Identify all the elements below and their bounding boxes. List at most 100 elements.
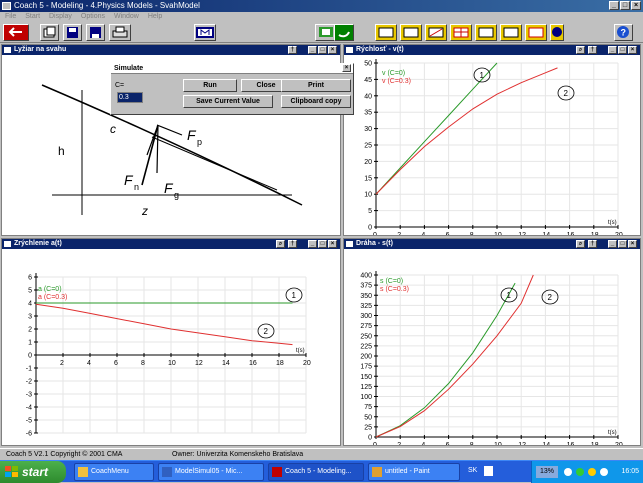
pin-icon[interactable]: †	[588, 46, 597, 54]
label-fg-sub: g	[174, 190, 179, 200]
y-tick-label: 375	[360, 283, 372, 290]
minimize-icon[interactable]: _	[308, 46, 317, 54]
zoom-icon[interactable]: ⌕	[276, 240, 285, 248]
task-coach-modeling[interactable]: Coach 5 - Modeling...	[268, 463, 364, 481]
y-tick-label: 4	[28, 301, 32, 308]
maximize-icon[interactable]: □	[618, 240, 627, 248]
task-coachmenu[interactable]: CoachMenu	[74, 463, 154, 481]
graph-tool-icon	[428, 27, 444, 38]
close-icon[interactable]: ×	[628, 46, 637, 54]
help-button[interactable]: ?	[614, 24, 633, 41]
y-tick-label: 40	[364, 93, 372, 100]
distance-panel: Dráha - s(t) ⌕ † _ □ × 02468101214161820…	[343, 238, 641, 449]
run-button[interactable]: Run	[183, 79, 237, 92]
tool-button-1[interactable]	[375, 24, 397, 41]
maximize-icon[interactable]: □	[318, 240, 327, 248]
clipboard-copy-button[interactable]: Clipboard copy	[281, 95, 351, 108]
tool-button-6[interactable]	[500, 24, 522, 41]
tool-button-5[interactable]	[475, 24, 497, 41]
pin-icon[interactable]: †	[288, 46, 297, 54]
save-as-button[interactable]	[86, 24, 105, 41]
windows-logo-icon	[5, 466, 18, 477]
coach-app-icon	[272, 467, 282, 477]
exit-button[interactable]	[3, 24, 29, 41]
close-icon[interactable]: ×	[631, 1, 641, 10]
y-tick-label: 5	[28, 288, 32, 295]
simulate-dialog-title: Simulate	[114, 65, 144, 72]
minimize-icon[interactable]: _	[308, 240, 317, 248]
x-tick-label: 4	[421, 232, 425, 235]
tool-button-3[interactable]	[425, 24, 447, 41]
x-tick-label: 16	[249, 360, 257, 367]
save-current-value-button[interactable]: Save Current Value	[183, 95, 273, 108]
model-button[interactable]	[194, 24, 216, 41]
menu-file[interactable]: File	[5, 13, 16, 20]
minimize-icon[interactable]: _	[609, 1, 619, 10]
start-simulation-button[interactable]	[334, 24, 354, 41]
menu-options[interactable]: Options	[81, 13, 105, 20]
tray-icon[interactable]	[600, 468, 608, 476]
print-button[interactable]: Print	[281, 79, 351, 92]
tool-button-8[interactable]	[550, 24, 564, 41]
annotation-label: 2	[564, 89, 569, 98]
y-tick-label: 35	[364, 110, 372, 117]
close-icon[interactable]: ×	[628, 240, 637, 248]
y-tick-label: 400	[360, 273, 372, 280]
legend-entry: a (C=0.3)	[38, 294, 67, 301]
zoom-icon[interactable]: ⌕	[576, 240, 585, 248]
maximize-icon[interactable]: □	[618, 46, 627, 54]
acceleration-panel-title-bar: Zrýchlenie a(t) ⌕ † _ □ ×	[2, 239, 340, 249]
graph-tool-icon	[403, 27, 419, 38]
magnifier-zoom[interactable]: 13%	[536, 466, 558, 478]
volume-icon[interactable]	[588, 468, 596, 476]
maximize-icon[interactable]: □	[620, 1, 630, 10]
zoom-icon[interactable]: ⌕	[576, 46, 585, 54]
acceleration-panel-title: Zrýchlenie a(t)	[14, 240, 62, 247]
minimize-icon[interactable]: _	[608, 240, 617, 248]
task-paint[interactable]: untitled - Paint	[368, 463, 460, 481]
close-icon[interactable]: ×	[342, 64, 351, 72]
security-icon[interactable]	[576, 468, 584, 476]
print-button[interactable]	[109, 24, 131, 41]
close-icon[interactable]: ×	[328, 240, 337, 248]
window-icon	[4, 241, 11, 247]
word-document-icon	[162, 467, 172, 477]
keyboard-icon[interactable]	[484, 466, 493, 476]
tool-button-2[interactable]	[400, 24, 422, 41]
open-button[interactable]	[40, 24, 59, 41]
x-tick-label: 18	[276, 360, 284, 367]
start-button[interactable]: start	[0, 461, 66, 483]
status-copyright: Coach 5 V2.1 Copyright © 2001 CMA	[6, 451, 123, 458]
close-icon[interactable]: ×	[328, 46, 337, 54]
network-icon[interactable]	[564, 468, 572, 476]
tool-button-7[interactable]	[525, 24, 547, 41]
tool-button-4[interactable]	[450, 24, 472, 41]
menu-display[interactable]: Display	[49, 13, 72, 20]
y-tick-label: 3	[28, 314, 32, 321]
pin-icon[interactable]: †	[588, 240, 597, 248]
start-label: start	[22, 465, 49, 479]
table-tool-icon	[453, 27, 469, 38]
pin-icon[interactable]: †	[288, 240, 297, 248]
velocity-panel: Rýchlosť - v(t) ⌕ † _ □ × 02468101214161…	[343, 44, 641, 239]
y-tick-label: -2	[26, 379, 32, 386]
simulate-dialog-title-bar: Simulate ×	[111, 64, 353, 74]
menu-start[interactable]: Start	[25, 13, 40, 20]
x-tick-label: 12	[195, 360, 203, 367]
c-value-input[interactable]	[117, 92, 143, 103]
y-tick-label: 0	[368, 435, 372, 442]
y-tick-label: -5	[26, 418, 32, 425]
save-button[interactable]	[63, 24, 82, 41]
minimize-icon[interactable]: _	[608, 46, 617, 54]
app-icon	[2, 2, 11, 10]
x-tick-label: 16	[567, 442, 575, 445]
series-line-2	[375, 67, 558, 195]
task-modelsimul[interactable]: ModelSimul05 - Mic...	[158, 463, 264, 481]
menu-help[interactable]: Help	[148, 13, 162, 20]
y-tick-label: 25	[364, 424, 372, 431]
menu-window[interactable]: Window	[114, 13, 139, 20]
maximize-icon[interactable]: □	[318, 46, 327, 54]
y-tick-label: 100	[360, 394, 372, 401]
graph-tool-icon	[478, 27, 494, 38]
language-indicator[interactable]: SK	[468, 467, 477, 474]
